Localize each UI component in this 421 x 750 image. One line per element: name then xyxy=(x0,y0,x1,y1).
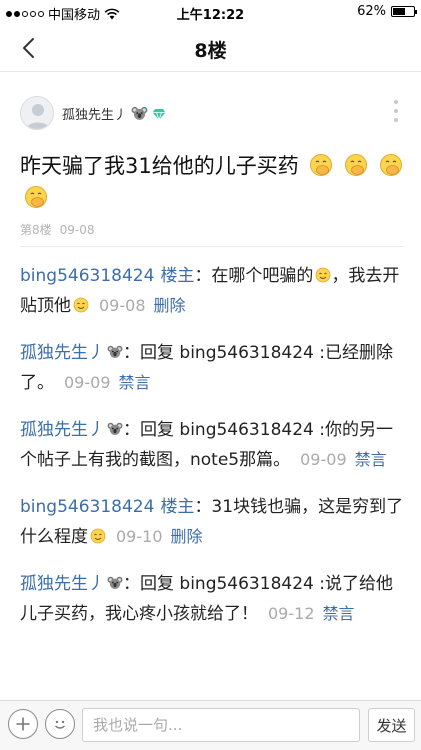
koala-icon xyxy=(107,345,123,358)
battery-fill xyxy=(393,8,406,15)
reply-date: 09-12 xyxy=(268,604,315,623)
more-options-button[interactable] xyxy=(391,100,401,122)
floor-meta: 第8楼 09-08 xyxy=(20,221,95,238)
author-name[interactable]: 孤独先生丿 xyxy=(62,104,127,123)
battery-percent: 62% xyxy=(357,4,386,19)
reply-item: 孤独先生丿 ：回复 bing546318424 :说了给他儿子买药，我心疼小孩就给… xyxy=(20,570,405,629)
reply-bar: 发送 xyxy=(0,700,421,750)
status-bar: 中国移动 上午12:22 62% xyxy=(0,0,421,24)
status-right: 62% xyxy=(357,4,417,19)
happy-face-emoji xyxy=(90,528,106,544)
send-button[interactable]: 发送 xyxy=(368,708,415,742)
page-title: 8楼 xyxy=(194,40,227,62)
koala-icon xyxy=(107,576,123,589)
delete-button[interactable]: 删除 xyxy=(171,527,203,546)
gem-icon xyxy=(152,108,166,121)
owner-badge: 楼主 xyxy=(160,497,195,517)
reply-username[interactable]: 孤独先生丿 xyxy=(20,420,105,440)
delete-button[interactable]: 删除 xyxy=(154,296,186,315)
default-avatar-icon xyxy=(26,104,50,129)
reply-text: ：在哪个吧骗的 xyxy=(194,266,314,286)
reply-item: 孤独先生丿 ：回复 bing546318424 :已经删除了。 09-09 禁言 xyxy=(20,339,405,398)
add-button[interactable] xyxy=(8,709,38,739)
nav-bar: 8楼 xyxy=(0,24,421,72)
reply-username[interactable]: bing546318424 xyxy=(20,266,154,286)
more-dot xyxy=(394,118,398,122)
smiley-icon xyxy=(55,720,65,729)
reply-item: 孤独先生丿 ：回复 bing546318424 :你的另一个帖子上有我的截图，no… xyxy=(20,416,405,475)
reply-date: 09-09 xyxy=(300,450,347,469)
reply-item: bing546318424 楼主：31块钱也骗，这是穷到了什么程度 09-10 删除 xyxy=(20,493,405,552)
hand-over-mouth-emoji xyxy=(310,154,333,176)
plus-icon xyxy=(16,717,30,731)
hand-over-mouth-emoji xyxy=(345,154,368,176)
reply-date: 09-09 xyxy=(64,373,111,392)
battery-icon xyxy=(391,6,417,17)
reply-input[interactable] xyxy=(82,708,360,742)
floor-text: 昨天骗了我31给他的儿子买药 xyxy=(20,154,299,178)
floor-date: 09-08 xyxy=(59,223,95,237)
more-dot xyxy=(394,109,398,113)
happy-face-emoji xyxy=(316,267,331,283)
more-dot xyxy=(394,100,398,104)
author-row: 孤独先生丿 xyxy=(62,104,166,123)
floor-header: 孤独先生丿 xyxy=(0,96,421,136)
koala-icon xyxy=(107,422,123,435)
reply-list: bing546318424 楼主：在哪个吧骗的 ，我去开贴顶他 09-08 删除 孤独先… xyxy=(20,262,405,647)
reply-date: 09-08 xyxy=(99,296,146,315)
floor-number: 第8楼 xyxy=(20,223,52,237)
happy-face-emoji xyxy=(73,297,89,313)
reply-item: bing546318424 楼主：在哪个吧骗的 ，我去开贴顶他 09-08 删除 xyxy=(20,262,405,321)
hand-over-mouth-emoji xyxy=(25,186,47,208)
avatar[interactable] xyxy=(20,96,54,130)
floor-content: 昨天骗了我31给他的儿子买药 xyxy=(20,150,410,214)
reply-username[interactable]: 孤独先生丿 xyxy=(20,574,105,594)
hand-over-mouth-emoji xyxy=(379,154,402,176)
emoji-button[interactable] xyxy=(45,709,75,739)
reply-date: 09-10 xyxy=(116,527,163,546)
koala-icon xyxy=(131,106,148,120)
reply-username[interactable]: bing546318424 xyxy=(20,497,154,517)
mute-button[interactable]: 禁言 xyxy=(119,373,151,392)
reply-username[interactable]: 孤独先生丿 xyxy=(20,343,105,363)
mute-button[interactable]: 禁言 xyxy=(323,604,355,623)
mute-button[interactable]: 禁言 xyxy=(355,450,387,469)
divider xyxy=(20,246,405,247)
owner-badge: 楼主 xyxy=(160,266,195,286)
